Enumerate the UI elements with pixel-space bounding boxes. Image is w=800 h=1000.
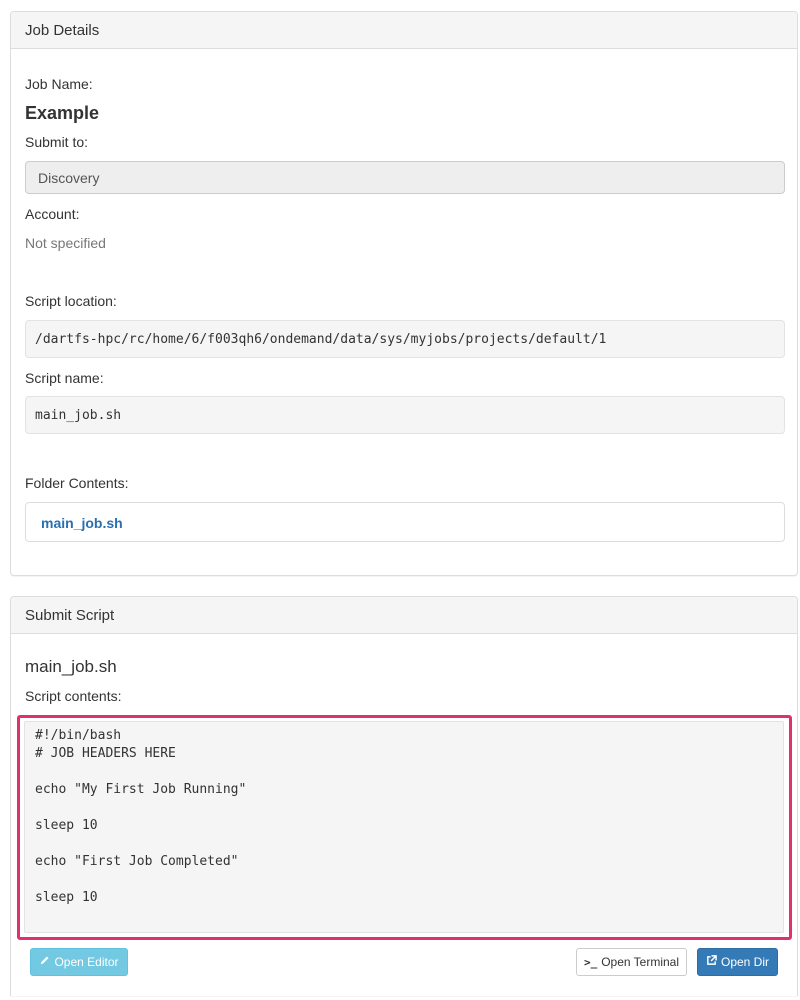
open-terminal-button[interactable]: >_ Open Terminal <box>576 948 687 976</box>
open-editor-button[interactable]: Open Editor <box>30 948 128 976</box>
folder-file-link[interactable]: main_job.sh <box>41 515 123 531</box>
job-details-panel: Job Details Job Name: Example Submit to:… <box>10 11 798 576</box>
script-contents-label: Script contents: <box>25 688 122 704</box>
script-location-field: /dartfs-hpc/rc/home/6/f003qh6/ondemand/d… <box>25 320 785 358</box>
external-link-icon <box>706 955 717 969</box>
open-dir-button[interactable]: Open Dir <box>697 948 778 976</box>
submit-to-label: Submit to: <box>25 134 89 150</box>
submit-to-field: Discovery <box>25 161 785 194</box>
folder-contents-list: main_job.sh <box>25 502 785 542</box>
terminal-icon: >_ <box>583 955 598 969</box>
script-location-label: Script location: <box>25 293 117 309</box>
account-label: Account: <box>25 206 80 222</box>
pencil-icon <box>39 955 50 969</box>
open-terminal-label: Open Terminal <box>601 955 680 969</box>
script-name-text: main_job.sh <box>35 408 122 423</box>
open-editor-label: Open Editor <box>54 955 119 969</box>
script-location-text: /dartfs-hpc/rc/home/6/f003qh6/ondemand/d… <box>35 332 607 347</box>
script-contents-code: #!/bin/bash # JOB HEADERS HERE echo "My … <box>35 728 247 905</box>
script-file-title: main_job.sh <box>25 657 117 676</box>
folder-contents-label: Folder Contents: <box>25 475 129 491</box>
open-dir-label: Open Dir <box>720 955 770 969</box>
account-value: Not specified <box>25 235 106 251</box>
job-name-value: Example <box>25 103 100 123</box>
script-contents-box: #!/bin/bash # JOB HEADERS HERE echo "My … <box>24 721 784 933</box>
script-name-field: main_job.sh <box>25 396 785 434</box>
submit-script-heading: Submit Script <box>11 597 797 634</box>
script-name-label: Script name: <box>25 370 104 386</box>
job-name-label: Job Name: <box>25 76 93 92</box>
job-details-heading: Job Details <box>11 12 797 49</box>
